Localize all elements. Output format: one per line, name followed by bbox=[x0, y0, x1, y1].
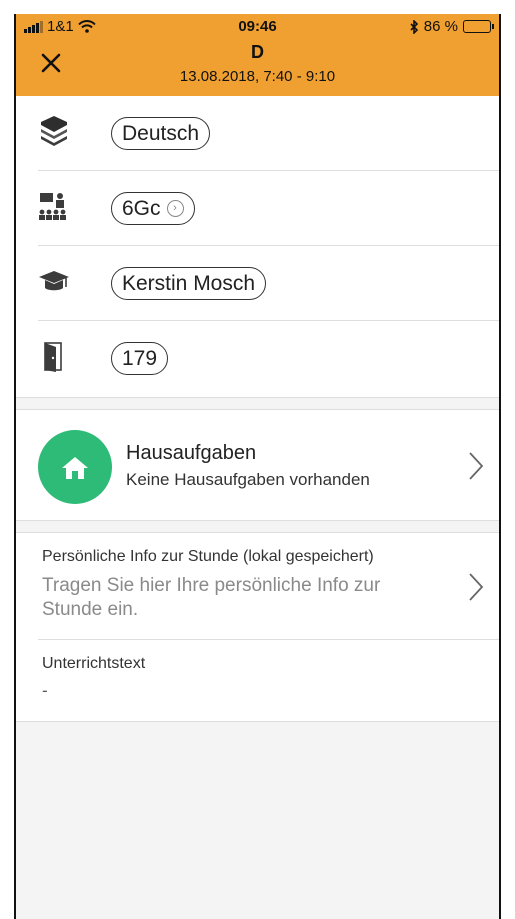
subject-label: Deutsch bbox=[122, 121, 200, 145]
room-label: 179 bbox=[122, 346, 158, 370]
subject-pill[interactable]: Deutsch bbox=[111, 117, 211, 150]
notes-section: Persönliche Info zur Stunde (lokal gespe… bbox=[16, 532, 499, 722]
class-icon bbox=[39, 193, 66, 220]
homework-row[interactable]: Hausaufgaben Keine Hausaufgaben vorhande… bbox=[16, 409, 499, 521]
status-bar: 1&1 09:46 86 % bbox=[16, 14, 499, 40]
bluetooth-icon bbox=[410, 19, 418, 34]
class-label: 6Gc bbox=[122, 196, 161, 220]
class-row: 6Gc › bbox=[16, 171, 499, 246]
header-bar: 1&1 09:46 86 % D 13.08.2018, 7:40 - 9:10 bbox=[16, 14, 499, 96]
teacher-pill[interactable]: Kerstin Mosch bbox=[111, 267, 267, 300]
personal-info-label: Persönliche Info zur Stunde (lokal gespe… bbox=[42, 548, 374, 565]
room-row: 179 bbox=[16, 321, 499, 396]
teacher-row: Kerstin Mosch bbox=[16, 246, 499, 321]
chevron-right-circle-icon: › bbox=[166, 200, 184, 217]
homework-icon-circle bbox=[38, 430, 112, 504]
lesson-text-label: Unterrichtstext bbox=[42, 655, 146, 672]
homework-title: Hausaufgaben bbox=[126, 442, 257, 464]
personal-info-placeholder[interactable]: Tragen Sie hier Ihre persönliche Info zu… bbox=[42, 574, 442, 622]
lesson-details: Deutsch 6Gc › Kerstin Mosch 179 bbox=[16, 96, 499, 398]
homework-subtitle: Keine Hausaufgaben vorhanden bbox=[126, 470, 370, 489]
battery-icon bbox=[463, 20, 494, 33]
lesson-time: 13.08.2018, 7:40 - 9:10 bbox=[179, 68, 336, 85]
class-pill[interactable]: 6Gc › bbox=[111, 192, 195, 225]
graduation-cap-icon bbox=[39, 271, 69, 291]
chevron-right-icon bbox=[469, 452, 484, 480]
door-icon bbox=[44, 342, 62, 372]
teacher-label: Kerstin Mosch bbox=[122, 271, 256, 295]
books-icon bbox=[41, 116, 67, 146]
lesson-text-value: - bbox=[42, 681, 48, 700]
subject-row: Deutsch bbox=[16, 96, 499, 171]
lesson-detail-screen: 1&1 09:46 86 % D 13.08.2018, 7:40 - 9:10… bbox=[14, 14, 501, 919]
house-icon bbox=[62, 457, 88, 479]
room-pill[interactable]: 179 bbox=[111, 342, 169, 375]
chevron-right-icon bbox=[469, 573, 484, 601]
battery-percent: 86 % bbox=[423, 18, 458, 35]
lesson-title: D bbox=[251, 42, 264, 62]
